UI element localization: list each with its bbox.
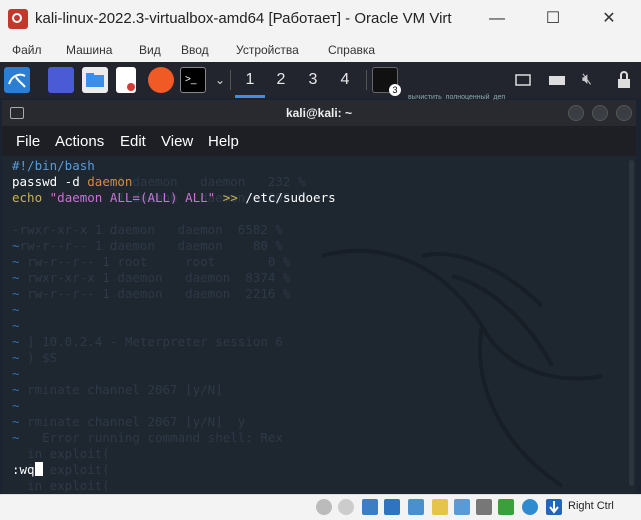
terminal-menubar: File Actions Edit View Help: [2, 126, 636, 156]
usb-icon[interactable]: [408, 499, 424, 515]
redirect-operator: >>: [215, 190, 246, 205]
firefox-icon[interactable]: [148, 67, 174, 93]
terminal-menu-actions[interactable]: Actions: [55, 133, 104, 150]
vim-command-line[interactable]: :wq: [12, 462, 43, 478]
vbox-menubar: Файл Машина Вид Ввод Устройства Справка: [0, 38, 641, 62]
window-title: kali-linux-2022.3-virtualbox-amd64 [Рабо…: [35, 10, 452, 27]
background-terminal-ghost-text: 1 daemon daemon 232 % 1 daemon daemon 13…: [12, 174, 306, 493]
tilde-marker: ~: [12, 318, 20, 333]
shebang-text: #!/bin/bash: [12, 158, 95, 173]
hard-disk-icon[interactable]: [316, 499, 332, 515]
tilde-marker: ~: [12, 398, 20, 413]
tilde-marker: ~: [12, 382, 20, 397]
menu-view[interactable]: Вид: [139, 43, 161, 57]
file-manager-icon[interactable]: [82, 67, 108, 93]
text-cursor: [34, 462, 43, 476]
workspace-4[interactable]: 4: [330, 62, 360, 98]
vbox-statusbar: Right Ctrl: [0, 494, 641, 519]
shared-folders-icon[interactable]: [432, 499, 448, 515]
terminal-body[interactable]: 1 daemon daemon 232 % 1 daemon daemon 13…: [2, 156, 636, 494]
terminal-menu-view[interactable]: View: [161, 133, 193, 150]
guest-screen: >_ ⌄ 1 2 3 4 3 🔇︎ вычистить_полноценный_…: [0, 62, 641, 494]
virtualbox-app-icon: [8, 9, 28, 29]
terminal-window: kali@kali: ~ File Actions Edit View Help…: [2, 100, 636, 494]
kali-top-panel: >_ ⌄ 1 2 3 4 3 🔇︎ вычистить_полноценный_…: [0, 62, 641, 101]
panel-separator: [366, 70, 367, 90]
workspace-2[interactable]: 2: [266, 62, 296, 98]
recording-icon[interactable]: [476, 499, 492, 515]
code-line-1: #!/bin/bash: [12, 158, 95, 174]
tilde-marker: ~: [12, 286, 20, 301]
workspace-3[interactable]: 3: [298, 62, 328, 98]
terminal-scrollbar[interactable]: [629, 160, 634, 486]
optical-drive-icon[interactable]: [338, 499, 354, 515]
code-line-2: passwd -d daemon: [12, 174, 132, 190]
menu-devices[interactable]: Устройства: [236, 43, 299, 57]
terminal-task-icon[interactable]: 3: [372, 67, 401, 96]
echo-keyword: echo: [12, 190, 50, 205]
close-button[interactable]: ✕: [596, 6, 622, 32]
tilde-marker: ~: [12, 334, 20, 349]
menu-machine[interactable]: Машина: [66, 43, 112, 57]
cpu-icon[interactable]: [498, 499, 514, 515]
terminal-menu-edit[interactable]: Edit: [120, 133, 146, 150]
terminal-icon[interactable]: >_: [180, 67, 206, 93]
panel-separator: [230, 70, 231, 90]
audio-icon[interactable]: [362, 499, 378, 515]
kali-dragon-watermark: [321, 248, 603, 488]
menu-help[interactable]: Справка: [328, 43, 375, 57]
tilde-marker: ~: [12, 430, 20, 445]
tilde-marker: ~: [12, 302, 20, 317]
display-settings-icon[interactable]: [454, 499, 470, 515]
keyboard-capture-icon[interactable]: [546, 499, 562, 515]
text-editor-icon[interactable]: [116, 67, 136, 93]
tilde-marker: ~: [12, 254, 20, 269]
window-count-badge: 3: [389, 84, 401, 96]
terminal-menu-help[interactable]: Help: [208, 133, 239, 150]
string-literal: "daemon ALL=(ALL) ALL": [49, 190, 216, 205]
terminal-title-bar: kali@kali: ~: [2, 100, 636, 126]
minimize-button[interactable]: —: [484, 6, 510, 32]
tilde-marker: ~: [12, 366, 20, 381]
network-icon[interactable]: [548, 67, 566, 93]
path-text: /etc/sudoers: [245, 190, 336, 205]
terminal-title: kali@kali: ~: [285, 106, 353, 120]
tilde-marker: ~: [12, 414, 20, 429]
mouse-integration-icon[interactable]: [522, 499, 538, 515]
tilde-marker: ~: [12, 238, 20, 253]
workspace-1[interactable]: 1: [235, 62, 265, 98]
host-key-label: Right Ctrl: [568, 500, 614, 512]
display-icon[interactable]: [514, 67, 532, 93]
lock-icon[interactable]: [614, 67, 634, 93]
window-title-bar: kali-linux-2022.3-virtualbox-amd64 [Рабо…: [0, 0, 641, 38]
menu-file[interactable]: Файл: [12, 43, 42, 57]
command-text: passwd -d: [12, 174, 88, 189]
tilde-marker: ~: [12, 350, 20, 365]
terminal-maximize-button[interactable]: [592, 105, 608, 121]
menu-input[interactable]: Ввод: [181, 43, 209, 57]
maximize-button[interactable]: ☐: [540, 6, 566, 32]
kali-menu-icon[interactable]: [4, 67, 30, 93]
command-line-text: :wq: [12, 462, 35, 477]
show-desktop-icon[interactable]: [48, 67, 74, 93]
network-adapter-icon[interactable]: [384, 499, 400, 515]
terminal-menu-file[interactable]: File: [16, 133, 40, 150]
terminal-close-button[interactable]: [616, 105, 632, 121]
volume-muted-icon[interactable]: 🔇︎: [582, 67, 602, 93]
tilde-marker: ~: [12, 270, 20, 285]
argument-text: daemon: [87, 174, 133, 189]
code-line-3: echo "daemon ALL=(ALL) ALL" >> /etc/sudo…: [12, 190, 336, 206]
terminal-minimize-button[interactable]: [568, 105, 584, 121]
